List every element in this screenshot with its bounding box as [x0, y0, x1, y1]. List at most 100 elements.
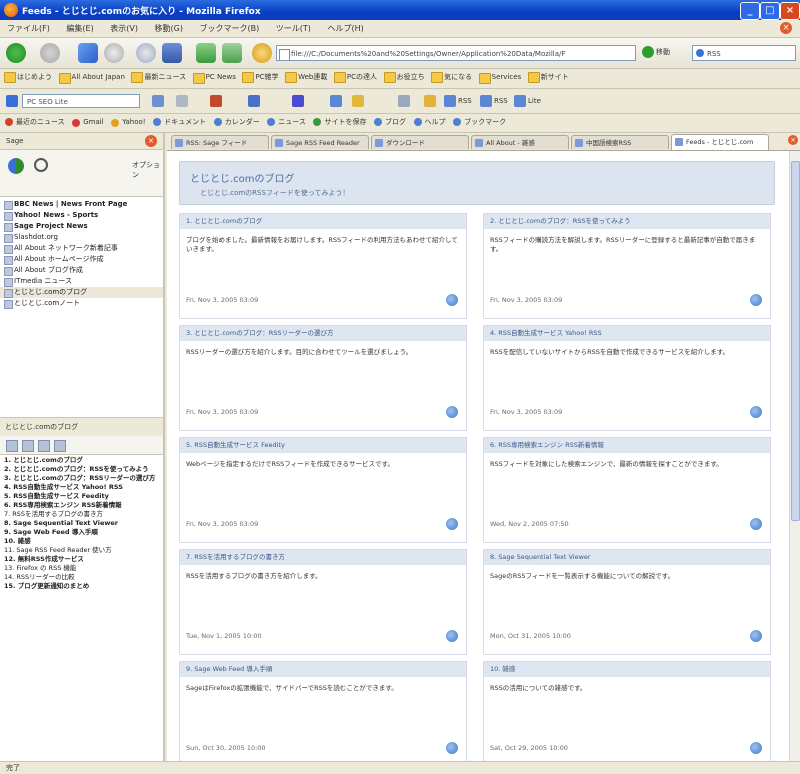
feed-title[interactable]: とじとじ.comのブログ: [190, 170, 295, 185]
feed-item[interactable]: BBC News | News Front Page: [0, 199, 163, 210]
link-item[interactable]: ニュース: [267, 117, 306, 127]
toolbar-label[interactable]: Lite: [528, 97, 541, 105]
link-item[interactable]: Gmail: [72, 118, 104, 127]
browser-tab[interactable]: Sage RSS Feed Reader: [271, 135, 369, 149]
search-icon[interactable]: [34, 158, 48, 172]
next-icon[interactable]: [54, 440, 66, 452]
menu-view[interactable]: 表示(V): [103, 21, 145, 34]
browser-tab[interactable]: All About - 雑感: [471, 135, 569, 149]
toolbar-search-icon[interactable]: [152, 95, 164, 107]
bookmark-item[interactable]: はじめよう: [4, 72, 52, 83]
open-in-tab-icon[interactable]: [750, 294, 762, 306]
feed-entry-link[interactable]: 9. Sage Web Feed 導入手順: [0, 528, 163, 537]
link-item[interactable]: Yahoo!: [111, 118, 146, 127]
feed-entry-link[interactable]: 15. ブログ更新通知のまとめ: [0, 582, 163, 591]
toolbar-pencil-icon[interactable]: [424, 95, 436, 107]
feed-entry-link[interactable]: 1. とじとじ.comのブログ: [0, 456, 163, 465]
feed-entry-link[interactable]: 6. RSS専用検索エンジン RSS新着情報: [0, 501, 163, 510]
bookmark-item[interactable]: PC News: [192, 73, 236, 84]
bookmark-manager-icon[interactable]: [196, 43, 216, 63]
toolbar-rss2-icon[interactable]: [480, 95, 492, 107]
feed-item[interactable]: All About ホームページ作成: [0, 254, 163, 265]
toolbar-edit-icon[interactable]: [398, 95, 410, 107]
feed-item[interactable]: とじとじ.comノート: [0, 298, 163, 309]
feed-entry-link[interactable]: 4. RSS自動生成サービス Yahoo! RSS: [0, 483, 163, 492]
previous-icon[interactable]: [38, 440, 50, 452]
browser-tab[interactable]: Feeds - とじとじ.com: [671, 134, 769, 150]
feed-item[interactable]: All About ブログ作成: [0, 265, 163, 276]
feed-item[interactable]: Slashdot.org: [0, 232, 163, 243]
search-engine-icon[interactable]: [696, 49, 704, 57]
url-field[interactable]: file:///C:/Documents%20and%20Settings/Ow…: [276, 45, 636, 61]
menu-file[interactable]: ファイル(F): [0, 21, 57, 34]
card-title[interactable]: 9. Sage Web Feed 導入手順: [180, 662, 466, 677]
feed-entry-link[interactable]: 13. Firefox の RSS 機能: [0, 564, 163, 573]
open-in-tab-icon[interactable]: [750, 742, 762, 754]
open-in-tab-icon[interactable]: [750, 630, 762, 642]
card-title[interactable]: 10. 雑感: [484, 662, 770, 677]
open-in-tab-icon[interactable]: [446, 742, 458, 754]
sidebar-close-button[interactable]: ×: [145, 135, 157, 147]
bookmark-item[interactable]: お役立ち: [383, 72, 425, 83]
toolbar-label[interactable]: RSS: [458, 97, 472, 105]
feed-entry-link[interactable]: 7. RSSを活用するブログの書き方: [0, 510, 163, 519]
bookmark-item[interactable]: All About Japan: [58, 73, 125, 84]
mark-read-icon[interactable]: [6, 440, 18, 452]
menu-bookmarks[interactable]: ブックマーク(B): [193, 21, 267, 34]
card-title[interactable]: 6. RSS専用検索エンジン RSS新着情報: [484, 438, 770, 453]
minimize-button[interactable]: _: [740, 2, 760, 20]
feed-entry-link[interactable]: 11. Sage RSS Feed Reader 使い方: [0, 546, 163, 555]
open-in-tab-icon[interactable]: [446, 518, 458, 530]
go-icon[interactable]: [642, 46, 654, 58]
card-title[interactable]: 4. RSS自動生成サービス Yahoo! RSS: [484, 326, 770, 341]
stop-icon[interactable]: ×: [780, 22, 792, 34]
menu-tools[interactable]: ツール(T): [269, 21, 318, 34]
link-item[interactable]: ドキュメント: [153, 117, 206, 127]
close-tab-button[interactable]: ×: [788, 135, 798, 145]
toolbar-search-input[interactable]: PC SEO Lite: [22, 94, 140, 108]
card-title[interactable]: 7. RSSを活用するブログの書き方: [180, 550, 466, 565]
go-label[interactable]: 移動: [656, 47, 670, 57]
bookmark-item[interactable]: Web連載: [285, 72, 327, 83]
forward-icon[interactable]: [40, 43, 60, 63]
card-title[interactable]: 2. とじとじ.comのブログ：RSSを使ってみよう: [484, 214, 770, 229]
reload-icon[interactable]: [78, 43, 98, 63]
sage-icon[interactable]: [252, 43, 272, 63]
feed-item[interactable]: とじとじ.comのブログ: [0, 287, 163, 298]
link-item[interactable]: ブックマーク: [453, 117, 506, 127]
home-icon[interactable]: [136, 43, 156, 63]
card-title[interactable]: 8. Sage Sequential Text Viewer: [484, 550, 770, 565]
feed-entry-link[interactable]: 14. RSSリーダーの比較: [0, 573, 163, 582]
download-icon[interactable]: [222, 43, 242, 63]
open-all-icon[interactable]: [22, 440, 34, 452]
toolbar-page-icon[interactable]: [330, 95, 342, 107]
feed-item[interactable]: All About ネットワーク新着記事: [0, 243, 163, 254]
toolbar-label[interactable]: RSS: [494, 97, 508, 105]
open-in-tab-icon[interactable]: [750, 518, 762, 530]
link-item[interactable]: ブログ: [374, 117, 406, 127]
card-title[interactable]: 1. とじとじ.comのブログ: [180, 214, 466, 229]
feed-entry-link[interactable]: 2. とじとじ.comのブログ：RSSを使ってみよう: [0, 465, 163, 474]
toolbar-folder-icon[interactable]: [352, 95, 364, 107]
card-title[interactable]: 3. とじとじ.comのブログ：RSSリーダーの選び方: [180, 326, 466, 341]
bookmark-item[interactable]: PC雑学: [242, 72, 279, 83]
stop-load-icon[interactable]: [104, 43, 124, 63]
bookmark-item[interactable]: Services: [478, 73, 521, 84]
history-icon[interactable]: [162, 43, 182, 63]
refresh-feeds-icon[interactable]: [8, 158, 24, 174]
feed-entry-link[interactable]: 5. RSS自動生成サービス Feedity: [0, 492, 163, 501]
close-window-button[interactable]: ×: [780, 2, 800, 20]
feed-entry-link[interactable]: 8. Sage Sequential Text Viewer: [0, 519, 163, 528]
card-title[interactable]: 5. RSS自動生成サービス Feedity: [180, 438, 466, 453]
sidebar-options-button[interactable]: オプション: [132, 160, 163, 180]
maximize-button[interactable]: □: [760, 2, 780, 20]
feed-item[interactable]: Sage Project News: [0, 221, 163, 232]
bookmark-item[interactable]: PCの達人: [333, 72, 377, 83]
scrollbar-thumb[interactable]: [791, 161, 800, 521]
bookmark-item[interactable]: 新サイト: [527, 72, 569, 83]
feed-entry-link[interactable]: 12. 無料RSS作成サービス: [0, 555, 163, 564]
open-in-tab-icon[interactable]: [446, 406, 458, 418]
link-item[interactable]: ヘルプ: [413, 117, 446, 127]
toolbar-lite-icon[interactable]: [514, 95, 526, 107]
toolbar-zoom-icon[interactable]: [248, 95, 260, 107]
